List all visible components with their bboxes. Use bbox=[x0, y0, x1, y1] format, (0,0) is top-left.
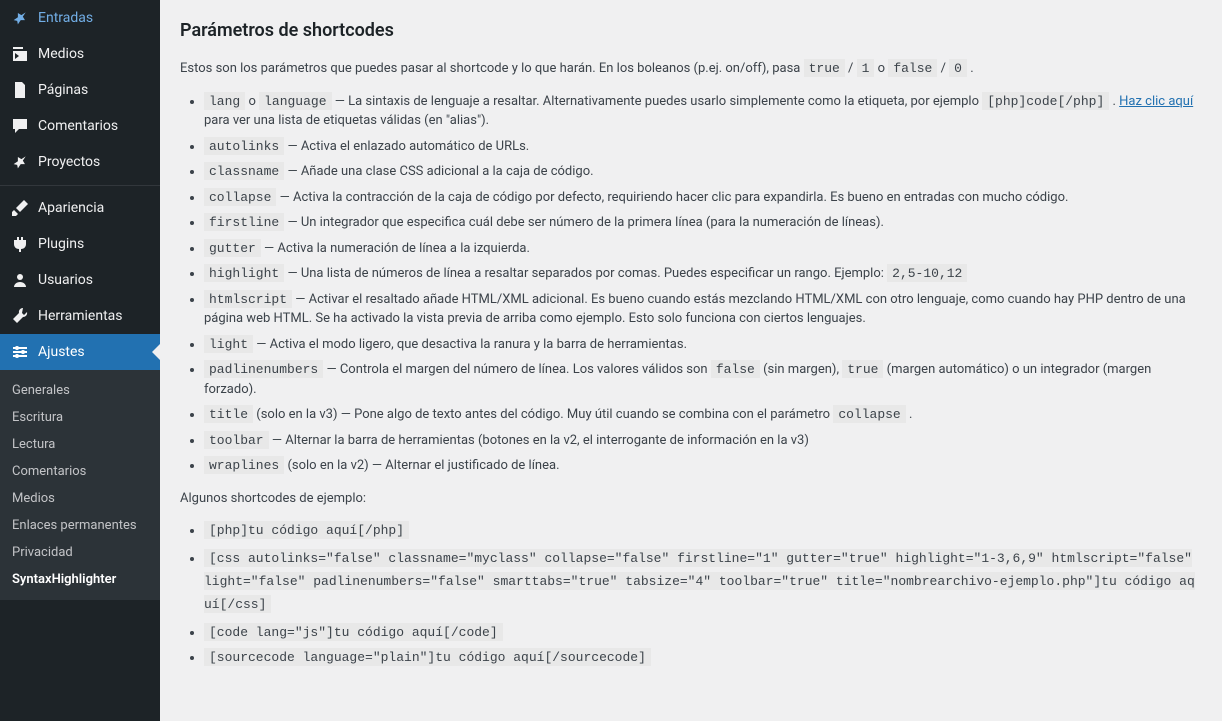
submenu-item-comentarios[interactable]: Comentarios bbox=[0, 458, 160, 485]
param-code: collapse bbox=[833, 405, 905, 423]
sidebar-item-label: Ajustes bbox=[38, 344, 85, 360]
param-code: false bbox=[711, 360, 760, 378]
media-icon bbox=[10, 44, 30, 64]
param-code: firstline bbox=[204, 213, 284, 231]
param-item: autolinks — Activa el enlazado automátic… bbox=[204, 137, 1202, 157]
param-item: gutter — Activa la numeración de línea a… bbox=[204, 239, 1202, 259]
example-item: [sourcecode language="plain"]tu código a… bbox=[204, 648, 1202, 668]
param-code: wraplines bbox=[204, 456, 284, 474]
intro-paragraph: Estos son los parámetros que puedes pasa… bbox=[180, 59, 1202, 79]
submenu-item-lectura[interactable]: Lectura bbox=[0, 431, 160, 458]
param-item: padlinenumbers — Controla el margen del … bbox=[204, 360, 1202, 399]
sidebar-item-label: Herramientas bbox=[38, 308, 123, 324]
param-code: toolbar bbox=[204, 431, 269, 449]
example-code: [code lang="js"]tu código aquí[/code] bbox=[204, 623, 503, 641]
examples-intro: Algunos shortcodes de ejemplo: bbox=[180, 489, 1202, 509]
sidebar-item-label: Apariencia bbox=[38, 200, 104, 216]
submenu-item-medios[interactable]: Medios bbox=[0, 485, 160, 512]
sidebar-item-entradas[interactable]: Entradas bbox=[0, 0, 160, 36]
main-content: Parámetros de shortcodes Estos son los p… bbox=[160, 0, 1222, 721]
admin-sidebar: Entradas Medios Páginas Comentarios Proyecto… bbox=[0, 0, 160, 721]
sidebar-item-label: Entradas bbox=[38, 10, 93, 26]
param-code: 2,5-10,12 bbox=[887, 264, 967, 282]
parameter-list: lang o language — La sintaxis de lenguaj… bbox=[204, 92, 1202, 476]
param-code: [php]code[/php] bbox=[982, 92, 1109, 110]
user-icon bbox=[10, 270, 30, 290]
settings-icon bbox=[10, 342, 30, 362]
brush-icon bbox=[10, 198, 30, 218]
param-code: true bbox=[842, 360, 883, 378]
code-false: false bbox=[888, 59, 937, 77]
pin-icon bbox=[10, 8, 30, 28]
param-code: classname bbox=[204, 162, 284, 180]
param-item: highlight — Una lista de números de líne… bbox=[204, 264, 1202, 284]
comment-icon bbox=[10, 116, 30, 136]
param-item: lang o language — La sintaxis de lenguaj… bbox=[204, 92, 1202, 131]
param-code: gutter bbox=[204, 239, 261, 257]
code-one: 1 bbox=[857, 59, 875, 77]
submenu-item-generales[interactable]: Generales bbox=[0, 377, 160, 404]
submenu-item-privacidad[interactable]: Privacidad bbox=[0, 539, 160, 566]
param-item: wraplines (solo en la v2) — Alternar el … bbox=[204, 456, 1202, 476]
sidebar-item-label: Plugins bbox=[38, 236, 84, 252]
help-link[interactable]: Haz clic aquí bbox=[1119, 94, 1193, 109]
sidebar-item-herramientas[interactable]: Herramientas bbox=[0, 298, 160, 334]
example-code: [css autolinks="false" classname="myclas… bbox=[204, 549, 1195, 614]
sidebar-item-label: Usuarios bbox=[38, 272, 93, 288]
param-code: collapse bbox=[204, 188, 276, 206]
examples-list: [php]tu código aquí[/php] [css autolinks=… bbox=[204, 521, 1202, 668]
example-item: [php]tu código aquí[/php] bbox=[204, 521, 1202, 541]
param-code: language bbox=[259, 92, 331, 110]
example-item: [code lang="js"]tu código aquí[/code] bbox=[204, 623, 1202, 643]
code-true: true bbox=[804, 59, 845, 77]
settings-submenu: GeneralesEscrituraLecturaComentariosMedi… bbox=[0, 370, 160, 600]
pin-icon bbox=[10, 152, 30, 172]
param-item: light — Activa el modo ligero, que desac… bbox=[204, 335, 1202, 355]
param-item: toolbar — Alternar la barra de herramien… bbox=[204, 431, 1202, 451]
param-code: highlight bbox=[204, 264, 284, 282]
param-item: firstline — Un integrador que especifica… bbox=[204, 213, 1202, 233]
submenu-item-enlaces-permanentes[interactable]: Enlaces permanentes bbox=[0, 512, 160, 539]
param-code: title bbox=[204, 405, 253, 423]
submenu-item-syntaxhighlighter[interactable]: SyntaxHighlighter bbox=[0, 566, 160, 593]
sidebar-item-label: Páginas bbox=[38, 82, 88, 98]
example-code: [php]tu código aquí[/php] bbox=[204, 521, 409, 539]
sidebar-item-medios[interactable]: Medios bbox=[0, 36, 160, 72]
param-item: classname — Añade una clase CSS adiciona… bbox=[204, 162, 1202, 182]
sidebar-item-páginas[interactable]: Páginas bbox=[0, 72, 160, 108]
param-item: collapse — Activa la contracción de la c… bbox=[204, 188, 1202, 208]
code-zero: 0 bbox=[949, 59, 967, 77]
submenu-item-escritura[interactable]: Escritura bbox=[0, 404, 160, 431]
sidebar-item-proyectos[interactable]: Proyectos bbox=[0, 144, 160, 180]
param-code: lang bbox=[204, 92, 245, 110]
param-code: light bbox=[204, 335, 253, 353]
sidebar-item-ajustes[interactable]: Ajustes bbox=[0, 334, 160, 370]
sidebar-item-comentarios[interactable]: Comentarios bbox=[0, 108, 160, 144]
section-heading: Parámetros de shortcodes bbox=[180, 20, 1202, 41]
param-item: htmlscript — Activar el resaltado añade … bbox=[204, 290, 1202, 329]
tools-icon bbox=[10, 306, 30, 326]
sidebar-item-usuarios[interactable]: Usuarios bbox=[0, 262, 160, 298]
sidebar-item-label: Medios bbox=[38, 46, 84, 62]
example-item: [css autolinks="false" classname="myclas… bbox=[204, 547, 1202, 617]
sidebar-item-label: Proyectos bbox=[38, 154, 100, 170]
plugin-icon bbox=[10, 234, 30, 254]
sidebar-item-plugins[interactable]: Plugins bbox=[0, 226, 160, 262]
param-code: autolinks bbox=[204, 137, 284, 155]
param-code: padlinenumbers bbox=[204, 360, 323, 378]
example-code: [sourcecode language="plain"]tu código a… bbox=[204, 648, 651, 666]
sidebar-item-label: Comentarios bbox=[38, 118, 118, 134]
param-code: htmlscript bbox=[204, 290, 292, 308]
sidebar-item-apariencia[interactable]: Apariencia bbox=[0, 190, 160, 226]
pages-icon bbox=[10, 80, 30, 100]
param-item: title (solo en la v3) — Pone algo de tex… bbox=[204, 405, 1202, 425]
